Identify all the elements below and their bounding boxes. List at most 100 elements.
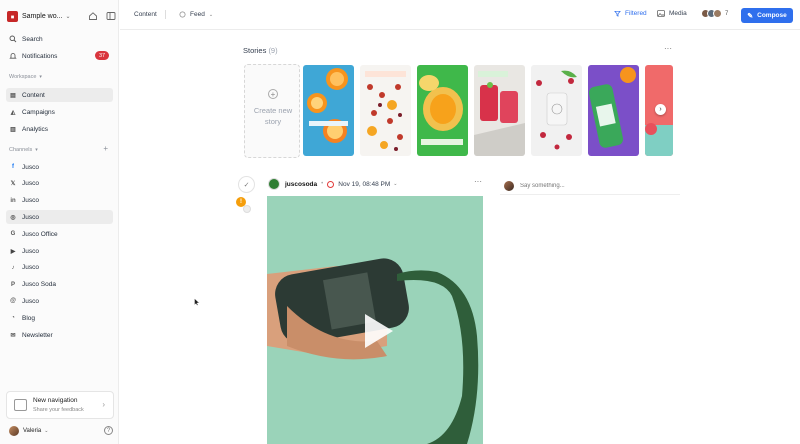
post-time[interactable]: Nov 19, 08:48 PM bbox=[338, 181, 390, 188]
chevron-down-icon: ⌄ bbox=[44, 428, 49, 434]
sidebar-item-label: Jusco bbox=[22, 163, 39, 171]
home-icon[interactable] bbox=[88, 11, 98, 21]
sidebar-item-label: Jusco bbox=[22, 264, 39, 272]
sidebar-item-label: Jusco bbox=[22, 197, 39, 205]
avatar bbox=[504, 180, 514, 191]
breadcrumb-content[interactable]: Content bbox=[134, 11, 157, 18]
avatar bbox=[713, 9, 722, 18]
search-icon bbox=[9, 35, 17, 43]
create-story-label: Create new story bbox=[253, 106, 293, 126]
story-thumbnail[interactable] bbox=[360, 65, 411, 156]
sidebar: ◼ Sample wo... ⌄ Search Notifications 37… bbox=[0, 0, 119, 444]
collaborator-count: 7 bbox=[725, 10, 729, 17]
facebook-icon: f bbox=[12, 164, 14, 170]
collaborators[interactable]: 7 bbox=[701, 9, 728, 18]
feedback-subtitle: Share your feedback bbox=[33, 407, 84, 413]
comment-box bbox=[500, 177, 680, 195]
sidebar-item-blog[interactable]: ◔ Blog bbox=[6, 311, 113, 325]
sidebar-item-jusco[interactable]: f Jusco bbox=[6, 160, 113, 174]
sidebar-item-jusco[interactable]: @ Jusco bbox=[6, 294, 113, 308]
linkedin-icon: in bbox=[10, 197, 16, 204]
sidebar-item-jusco[interactable]: ♪ Jusco bbox=[6, 261, 113, 275]
comment-input[interactable] bbox=[520, 182, 660, 189]
sidebar-item-label: Jusco bbox=[22, 213, 39, 221]
sidebar-item-campaigns[interactable]: ◭ Campaigns bbox=[6, 105, 113, 119]
sidebar-item-label: Blog bbox=[22, 314, 36, 322]
instagram-icon: ◎ bbox=[10, 214, 16, 221]
post-header: juscosoda • Nov 19, 08:48 PM ⌄ bbox=[268, 176, 484, 192]
chevron-down-icon: ▾ bbox=[35, 147, 38, 153]
clock-icon bbox=[327, 180, 335, 188]
approve-check-icon[interactable]: ✓ bbox=[238, 176, 255, 193]
filter-button[interactable]: Filtered bbox=[614, 10, 647, 17]
status-dot-icon bbox=[243, 205, 251, 213]
cursor-icon bbox=[194, 298, 200, 306]
x-icon: 𝕏 bbox=[10, 181, 16, 188]
sidebar-item-label: Jusco Office bbox=[22, 230, 58, 238]
google-business-icon: G bbox=[10, 231, 16, 238]
sidebar-item-label: Campaigns bbox=[22, 108, 55, 116]
chevron-right-icon: › bbox=[102, 400, 105, 409]
youtube-icon: ▶ bbox=[10, 248, 16, 255]
workspace-section-label[interactable]: Workspace ▾ bbox=[9, 74, 42, 80]
chevron-down-icon[interactable]: ⌄ bbox=[393, 181, 397, 187]
sidebar-item-jusco-soda[interactable]: P Jusco Soda bbox=[6, 278, 113, 292]
sidebar-item-jusco[interactable]: 𝕏 Jusco bbox=[6, 177, 113, 191]
sidebar-item-label: Jusco bbox=[22, 247, 39, 255]
feedback-card[interactable]: New navigation Share your feedback › bbox=[6, 391, 114, 419]
help-icon[interactable]: ? bbox=[104, 426, 113, 435]
notifications-label: Notifications bbox=[22, 52, 58, 60]
feedback-title: New navigation bbox=[33, 397, 78, 404]
user-name: Valeria bbox=[23, 428, 42, 434]
user-menu[interactable]: Valeria ⌄ ? bbox=[9, 425, 113, 437]
sidebar-item-label: Jusco Soda bbox=[22, 281, 56, 289]
story-thumbnail[interactable] bbox=[531, 65, 582, 156]
more-icon[interactable]: ··· bbox=[664, 44, 672, 53]
breadcrumb-divider bbox=[165, 10, 166, 19]
post-account[interactable]: juscosoda bbox=[285, 181, 317, 188]
story-thumbnail[interactable] bbox=[417, 65, 468, 156]
sidebar-item-label: Analytics bbox=[22, 125, 49, 133]
sidebar-item-newsletter[interactable]: ✉ Newsletter bbox=[6, 328, 113, 342]
sidebar-item-analytics[interactable]: ▥ Analytics bbox=[6, 122, 113, 136]
create-story-button[interactable]: + Create new story bbox=[244, 64, 300, 158]
sidebar-search[interactable]: Search bbox=[6, 32, 113, 46]
chevron-down-icon: ⌄ bbox=[208, 11, 214, 18]
image-icon bbox=[657, 10, 665, 17]
chart-icon: ▥ bbox=[10, 126, 16, 133]
pencil-icon: ✎ bbox=[747, 12, 754, 20]
avatar bbox=[268, 178, 280, 190]
channels-section-label[interactable]: Channels ▾ bbox=[9, 147, 109, 153]
plus-icon: + bbox=[268, 89, 278, 99]
rss-icon: ◔ bbox=[11, 315, 15, 322]
post-media[interactable] bbox=[267, 196, 483, 444]
tiktok-icon: ♪ bbox=[11, 264, 15, 271]
sidebar-item-label: Jusco bbox=[22, 297, 39, 305]
sidebar-notifications[interactable]: Notifications 37 bbox=[6, 49, 113, 63]
media-button[interactable]: Media bbox=[657, 10, 687, 17]
compose-button[interactable]: ✎ Compose bbox=[741, 8, 793, 23]
more-icon[interactable]: ··· bbox=[474, 177, 482, 186]
megaphone-icon: ◭ bbox=[10, 109, 16, 116]
sidebar-item-jusco-office[interactable]: G Jusco Office bbox=[6, 227, 113, 241]
chat-icon bbox=[14, 399, 27, 411]
sidebar-item-label: Newsletter bbox=[22, 331, 53, 339]
sidebar-item-jusco[interactable]: in Jusco bbox=[6, 194, 113, 208]
mail-icon: ✉ bbox=[10, 332, 16, 339]
sidebar-item-label: Content bbox=[22, 91, 45, 99]
workspace-logo: ◼ bbox=[7, 10, 18, 22]
story-thumbnail[interactable] bbox=[474, 65, 525, 156]
sidebar-toggle-icon[interactable] bbox=[106, 11, 116, 21]
add-channel-icon[interactable]: + bbox=[103, 144, 108, 153]
sidebar-item-jusco[interactable]: ◎ Jusco bbox=[6, 210, 113, 225]
feed-icon bbox=[179, 11, 186, 18]
avatar bbox=[9, 426, 19, 436]
story-thumbnail[interactable] bbox=[303, 65, 354, 156]
sidebar-item-jusco[interactable]: ▶ Jusco bbox=[6, 244, 113, 258]
breadcrumb-feed[interactable]: Feed ⌄ bbox=[179, 11, 213, 18]
filter-icon bbox=[614, 10, 621, 17]
sidebar-item-content[interactable]: ▤ Content bbox=[6, 88, 113, 102]
story-thumbnail[interactable] bbox=[588, 65, 639, 156]
workspace-switcher[interactable]: ◼ Sample wo... ⌄ bbox=[7, 9, 116, 23]
chevron-right-icon[interactable]: › bbox=[655, 104, 666, 115]
